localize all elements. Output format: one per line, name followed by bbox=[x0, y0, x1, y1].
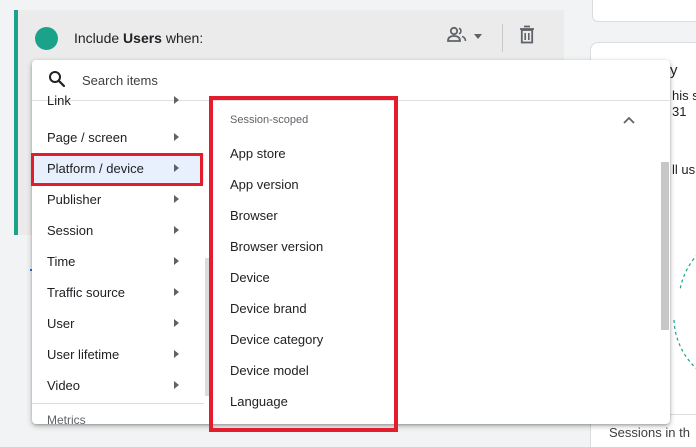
search-icon bbox=[49, 71, 66, 88]
summary-text-fragment-1: his s bbox=[672, 88, 696, 103]
search-input[interactable] bbox=[82, 69, 382, 91]
condition-title: Include Users when: bbox=[74, 30, 203, 46]
chevron-right-icon bbox=[174, 350, 179, 358]
category-item-user[interactable]: User bbox=[32, 308, 204, 339]
dimension-label: Language bbox=[230, 394, 288, 409]
chevron-right-icon bbox=[174, 96, 179, 104]
category-item-user-lifetime[interactable]: User lifetime bbox=[32, 339, 204, 370]
category-label: Link bbox=[47, 93, 71, 108]
category-scrollbar[interactable] bbox=[205, 258, 209, 396]
dimension-scrollbar[interactable] bbox=[661, 162, 669, 330]
category-label: Time bbox=[47, 254, 76, 269]
metrics-section-peek: Metrics bbox=[47, 413, 86, 424]
condition-title-suffix: when: bbox=[161, 30, 204, 46]
dimension-item-browser[interactable]: Browser bbox=[210, 200, 650, 231]
category-item-session[interactable]: Session bbox=[32, 215, 204, 246]
category-item-link[interactable]: Link bbox=[32, 93, 204, 125]
condition-header: Include Users when: bbox=[18, 10, 564, 66]
collapse-group-button[interactable] bbox=[622, 112, 636, 130]
category-item-traffic-source[interactable]: Traffic source bbox=[32, 277, 204, 308]
dimension-label: Browser bbox=[230, 208, 278, 223]
dimension-item-language[interactable]: Language bbox=[210, 386, 650, 417]
sessions-label: Sessions in th bbox=[609, 425, 690, 440]
category-label: Video bbox=[47, 378, 81, 393]
dimension-label: Browser version bbox=[230, 239, 324, 254]
header-divider bbox=[502, 24, 503, 52]
condition-scope-word: Users bbox=[123, 30, 162, 46]
dimension-item-app-version[interactable]: App version bbox=[210, 169, 650, 200]
summary-title-fragment: y bbox=[670, 62, 678, 79]
category-item-page-screen[interactable]: Page / screen bbox=[32, 122, 204, 153]
category-label: Traffic source bbox=[47, 285, 126, 300]
delete-condition-button[interactable] bbox=[518, 25, 536, 50]
category-label: Page / screen bbox=[47, 130, 128, 145]
dimension-list: Session-scoped App store App version Bro… bbox=[210, 101, 670, 424]
category-label: User lifetime bbox=[47, 347, 120, 362]
dimension-label: App store bbox=[230, 146, 286, 161]
dimension-label: App version bbox=[230, 177, 299, 192]
trash-icon bbox=[520, 25, 534, 44]
condition-title-prefix: Include bbox=[74, 30, 124, 46]
category-item-video[interactable]: Video bbox=[32, 370, 204, 401]
dimension-item-device-category[interactable]: Device category bbox=[210, 324, 650, 355]
chevron-right-icon bbox=[174, 319, 179, 327]
chevron-down-icon bbox=[474, 34, 482, 39]
dimension-item-device[interactable]: Device bbox=[210, 262, 650, 293]
dimension-picker-popup: Link Page / screen Platform / device Pub… bbox=[32, 60, 670, 424]
category-list: Link Page / screen Platform / device Pub… bbox=[32, 93, 204, 424]
summary-text-fragment-2: 31 bbox=[672, 104, 687, 119]
chevron-right-icon bbox=[174, 288, 179, 296]
group-header: Session-scoped bbox=[230, 114, 309, 126]
right-top-card bbox=[592, 0, 696, 22]
category-label: Publisher bbox=[47, 192, 102, 207]
category-item-platform-device[interactable]: Platform / device bbox=[32, 153, 204, 184]
category-label: Session bbox=[47, 223, 94, 238]
chevron-up-icon bbox=[623, 116, 635, 124]
dimension-item-device-brand[interactable]: Device brand bbox=[210, 293, 650, 324]
dimension-item-browser-version[interactable]: Browser version bbox=[210, 231, 650, 262]
dimension-label: Device brand bbox=[230, 301, 307, 316]
section-divider bbox=[32, 403, 204, 404]
category-label: User bbox=[47, 316, 75, 331]
chevron-right-icon bbox=[174, 257, 179, 265]
users-scope-icon bbox=[447, 26, 467, 42]
category-item-time[interactable]: Time bbox=[32, 246, 204, 277]
dimension-item-device-model[interactable]: Device model bbox=[210, 355, 650, 386]
scope-dropdown-button[interactable] bbox=[446, 24, 490, 50]
chevron-right-icon bbox=[174, 195, 179, 203]
dimension-label: Device bbox=[230, 270, 270, 285]
dimension-label: Device model bbox=[230, 363, 309, 378]
category-item-publisher[interactable]: Publisher bbox=[32, 184, 204, 215]
chevron-right-icon bbox=[174, 164, 179, 172]
summary-text-fragment-3: ll us bbox=[672, 162, 696, 177]
category-label: Platform / device bbox=[47, 161, 144, 176]
chevron-right-icon bbox=[174, 226, 179, 234]
condition-color-dot bbox=[35, 27, 58, 50]
dimension-label: Device category bbox=[230, 332, 324, 347]
chevron-right-icon bbox=[174, 381, 179, 389]
chevron-right-icon bbox=[174, 133, 179, 141]
dimension-item-app-store[interactable]: App store bbox=[210, 138, 650, 169]
